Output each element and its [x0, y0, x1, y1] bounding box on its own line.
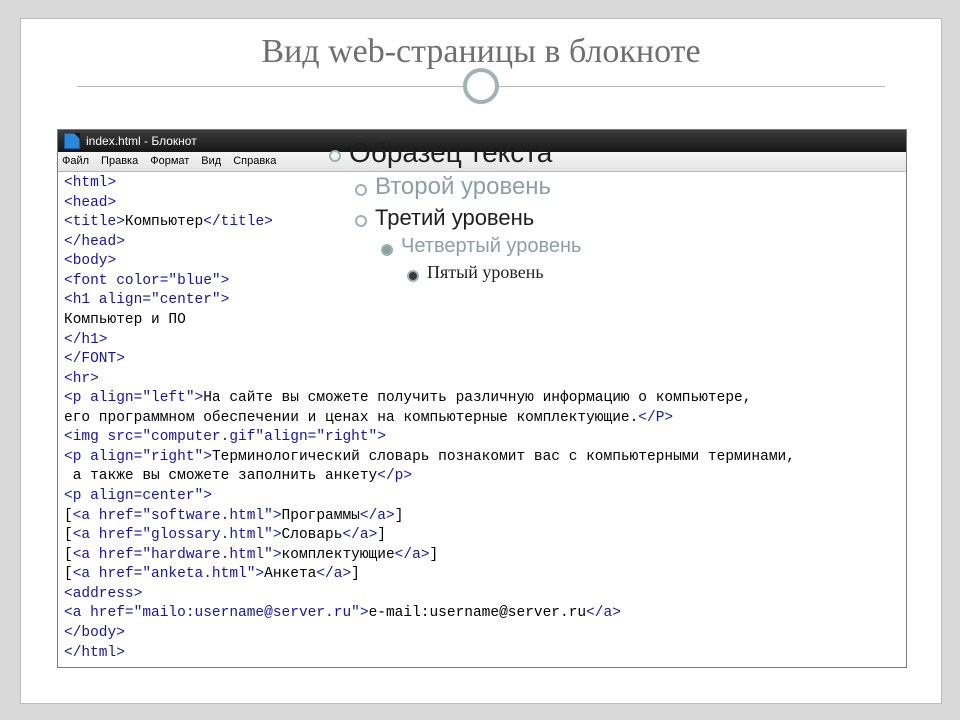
- placeholder-level-1: Образец текста: [329, 137, 581, 173]
- menu-item[interactable]: Формат: [150, 154, 189, 169]
- file-icon: [64, 133, 80, 149]
- ring-decor: [463, 68, 499, 104]
- placeholder-level-2: Второй уровень: [355, 173, 581, 205]
- title-divider: [77, 77, 885, 95]
- menu-item[interactable]: Справка: [233, 154, 276, 169]
- placeholder-level-5: Пятый уровень: [407, 262, 581, 287]
- slide-frame: Вид web-страницы в блокноте index.html -…: [20, 18, 942, 704]
- menu-item[interactable]: Правка: [101, 154, 138, 169]
- menu-item[interactable]: Вид: [201, 154, 221, 169]
- menu-item[interactable]: Файл: [62, 154, 89, 169]
- placeholder-level-3: Третий уровень: [355, 205, 581, 235]
- slide-title: Вид web-страницы в блокноте: [21, 33, 941, 71]
- notepad-title-text: index.html - Блокнот: [86, 133, 197, 149]
- placeholder-overlay: Образец текста Второй уровень Третий уро…: [329, 137, 581, 287]
- placeholder-level-4: Четвертый уровень: [381, 235, 581, 262]
